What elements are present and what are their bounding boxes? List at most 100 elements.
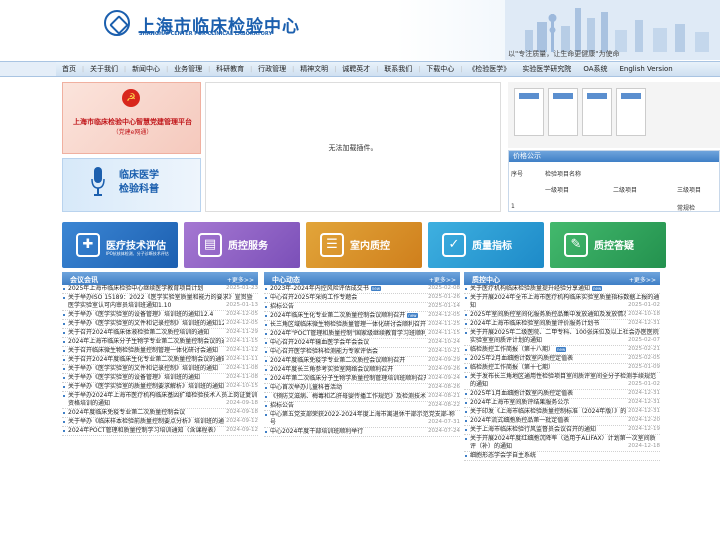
left-banners: ☭ 上海市临床检验中心智慧党建管理平台 （党建e网通） 临床医学 检验科普 [62, 82, 201, 212]
news-date: 2024-12-20 [626, 417, 660, 424]
microphone-icon [91, 167, 105, 196]
nav-download[interactable]: 下载中心 [420, 64, 460, 74]
nav-english[interactable]: English Version [614, 65, 679, 73]
news-item[interactable]: 关于医疗机构临床检验质量提升经验分享通知 new [464, 285, 660, 294]
tile-tech-assessment[interactable]: ✚ 医疗技术评估 IPO抗核体检测、分子诊断技术评估 [62, 222, 178, 268]
news-date: 2025-01-13 [224, 301, 258, 309]
news-item[interactable]: 细胞形态学会学自主系统 [464, 452, 660, 461]
science-banner[interactable]: 临床医学 检验科普 [62, 158, 201, 212]
news-item[interactable]: 关于举办《医学实验室的质量控制要求解析》培训班的通知 2024-10-15 [62, 383, 258, 392]
news-item[interactable]: 2025年上海市临床检验中心继续医学教育项目计划 2025-01-23 [62, 285, 258, 294]
nav-journal[interactable]: 《检验医学》 [462, 64, 516, 74]
news-item[interactable]: 中心2024年度干部培训班顺利举行 2024-07-24 [264, 428, 460, 437]
price-table: 序号 检验项目名称 一级项目 二级项目 三级项目 1 常规检 [509, 163, 720, 213]
certificates-image[interactable] [508, 82, 720, 148]
news-item[interactable]: 关于举办《医学实验室的设备管理》培训班的通知12.4 2024-12-05 [62, 311, 258, 320]
nav-home[interactable]: 首页 [56, 64, 82, 74]
news-item[interactable]: 2025年2月血细胞计数室内质控定值表 2025-02-05 [464, 355, 660, 364]
tile-quality-index[interactable]: ✓ 质量指标 [428, 222, 544, 268]
more-link[interactable]: +更多>> [629, 275, 656, 284]
news-item[interactable]: 2024年POCT管理和质量控制学习培训通知（含课程表） 2024-09-12 [62, 427, 258, 436]
new-badge: new [592, 286, 603, 291]
news-item[interactable]: 2023年-2024年内控风险评估成交书 new 2025-02-08 [264, 285, 460, 294]
news-item[interactable]: 关于召开临床微生物检验质量控制管理一体化研讨会通知 2024-11-12 [62, 347, 258, 356]
tile-qc-service[interactable]: ▤ 质控服务 [184, 222, 300, 268]
news-item[interactable]: 关于召开2024年临床体液检验第二次质控培训的通知 2024-11-29 [62, 329, 258, 338]
logo-icon[interactable] [104, 10, 130, 36]
more-link[interactable]: +更多>> [227, 275, 254, 284]
news-item[interactable]: 招标公告 2024-08-22 [264, 402, 460, 411]
news-item[interactable]: 临检质控工作简报（第十七期） 2025-01-09 [464, 364, 660, 373]
news-item[interactable]: 2024年上海市室间质评结果服务公示 2024-12-31 [464, 399, 660, 408]
news-item[interactable]: 关于开展2024年度红细胞沉降率（适用于ALIFAX）计划第一次室间质评（补）的… [464, 435, 660, 452]
news-item[interactable]: 2024年临床生化专业第二次质量控制会议顺利召开 new 2024-12-05 [264, 312, 460, 321]
news-item[interactable]: 2024年第二次临床分子生物学质量控制管理培训班顺利召开 2024-09-24 [264, 375, 460, 384]
news-item[interactable]: 关于开展2025年二级医院、二甲专科、100张床位及以上社会办医医院实验室室间质… [464, 329, 660, 346]
news-item[interactable]: 中心召开2024年输血医学会年会会议 2024-10-24 [264, 339, 460, 348]
nav-oa[interactable]: OA系统 [577, 64, 613, 74]
news-date: 2024-08-21 [426, 393, 460, 400]
column-header: 会议会讯 +更多>> [62, 272, 258, 285]
news-title[interactable]: 细胞形态学会学自主系统 [470, 452, 660, 460]
news-date: 2024-11-12 [224, 347, 258, 354]
news-item[interactable]: 关于举办《临床样本检验前质量控制要点分析》培训班的通知 2024-09-12 [62, 418, 258, 427]
tile-qc-qa[interactable]: ✎ 质控答疑 [550, 222, 666, 268]
news-item[interactable]: 2024年上海市临床检验室间质量评价服务计划书 2024-12-31 [464, 320, 660, 329]
news-date: 2024-12-05 [224, 320, 258, 327]
news-date: 2024-12-31 [626, 408, 660, 415]
chat-icon: ✎ [564, 233, 588, 257]
news-item[interactable]: 2024年度临床免疫学专业第二次质控会议顺利召开 2024-09-29 [264, 357, 460, 366]
nav-contact[interactable]: 联系我们 [378, 64, 418, 74]
news-item[interactable]: 2024年度长三角参考实验室网络会议顺利召开 2024-09-26 [264, 366, 460, 375]
slogan-text: 以"专注质量，让生命更健康"为使命 [508, 50, 620, 58]
nav-admin[interactable]: 行政管理 [252, 64, 292, 74]
news-item[interactable]: 中心第五党支部荣获2022-2024年度上海市离退休干部示范党支部-称号 2024… [264, 411, 460, 428]
price-level2: 二级项目 [613, 187, 638, 194]
nav-business[interactable]: 业务管理 [168, 64, 208, 74]
news-item[interactable]: 关于举办《医学实验室的设备管理》培训班的通知 2024-11-08 [62, 374, 258, 383]
news-date: 2024-07-24 [426, 428, 460, 435]
news-date: 2025-02-21 [626, 346, 660, 353]
news-date: 2024-10-18 [626, 311, 660, 318]
news-date: 2024-11-25 [426, 321, 460, 328]
plugin-placeholder: 无法加载插件。 [205, 82, 501, 212]
news-item[interactable]: 2024年度临床免疫专业第二次质量控制会议 2024-09-18 [62, 409, 258, 418]
news-item[interactable]: 招标公告 2025-01-14 [264, 303, 460, 312]
nav-institute[interactable]: 实验医学研究院 [516, 64, 577, 74]
news-item[interactable]: 2024年流式细胞质控品第一批定值表 2024-12-20 [464, 417, 660, 426]
news-item[interactable]: 中心召开2025年采购工作专题会 2025-01-26 [264, 294, 460, 303]
news-item[interactable]: 关于开展2024年全市上海市医疗机构临床实验室质量指标数据上报的通知 2025-0… [464, 294, 660, 311]
news-item[interactable]: 临检质控工作简报（第十八期） new 2025-02-21 [464, 346, 660, 355]
more-link[interactable]: +更多>> [429, 275, 456, 284]
news-date: 2024-10-24 [426, 339, 460, 346]
nav-about[interactable]: 关于我们 [84, 64, 124, 74]
party-platform-banner[interactable]: ☭ 上海市临床检验中心智慧党建管理平台 （党建e网通） [62, 82, 201, 154]
news-item[interactable]: 关于发布长三角地区通用性检验项目室间质评室间全分子检测手续规范的通知 2025-0… [464, 373, 660, 390]
price-level3: 三级项目 [677, 187, 702, 194]
nav-culture[interactable]: 精神文明 [294, 64, 334, 74]
news-date: 2024-10-21 [426, 348, 460, 355]
news-item[interactable]: 关于印发《上海市临床检验质量控制标准（2024年版）》的通知 2024-12-31 [464, 408, 660, 417]
news-item[interactable]: 2025年室间质控室间化服务质控品集中发放通知及发放情况(实时更新) 2024-1… [464, 311, 660, 320]
news-item[interactable]: 2025年1月血细胞计数室内质控定值表 2024-12-31 [464, 390, 660, 399]
tile-label: 医疗技术评估 [106, 241, 166, 252]
news-item[interactable]: 长三角区域临床微生物检验质量管理一体化研讨会顺利召开 2024-11-25 [264, 321, 460, 330]
news-title[interactable]: 关于医疗机构临床检验质量提升经验分享通知 new [470, 285, 660, 293]
news-item[interactable]: 关于上海市临床检验行风监督员会议召开的通知 2024-12-19 [464, 426, 660, 435]
news-item[interactable]: 《预防艾滋病、梅毒和乙肝母婴传播工作规范》及检测技术规范等要求 2024-08-2… [264, 393, 460, 402]
tile-internal-qc[interactable]: ☰ 室内质控 [306, 222, 422, 268]
news-item[interactable]: 关于举办《医学实验室的文件和记录控制》培训班的通知 2024-11-08 [62, 365, 258, 374]
news-item[interactable]: 关于举办《医学实验室的文件和记录控制》培训班的通知12.4 2024-12-05 [62, 320, 258, 329]
nav-news[interactable]: 新闻中心 [126, 64, 166, 74]
news-item[interactable]: 中心首次举办儿童科普活动 2024-08-26 [264, 384, 460, 393]
news-item[interactable]: 2024年"POCT管理和质量控制"国家级继续教育学习班顺利召开 2024-11-… [264, 330, 460, 339]
party-emblem-icon: ☭ [122, 89, 140, 107]
news-item[interactable]: 关于举办ISO 15189：2022《医学实验室质量和能力的要求》宣贯暨医学实验… [62, 294, 258, 311]
nav-jobs[interactable]: 诚聘英才 [336, 64, 376, 74]
nav-research[interactable]: 科研教育 [210, 64, 250, 74]
news-item[interactable]: 关于举办2024年上海市医疗机构临床基因扩增检验技术人员上岗证复训资格培训的通知… [62, 392, 258, 409]
news-item[interactable]: 2024年上海市临床分子生物学专业第二次质量控制会议的通知 2024-11-15 [62, 338, 258, 347]
news-item[interactable]: 关于召开2024年度临床生化专业第二次质量控制会议的通知 2024-11-11 [62, 356, 258, 365]
news-date: 2024-12-19 [626, 426, 660, 433]
news-item[interactable]: 中心召开医学检验科检测能力专家评估会 2024-10-21 [264, 348, 460, 357]
